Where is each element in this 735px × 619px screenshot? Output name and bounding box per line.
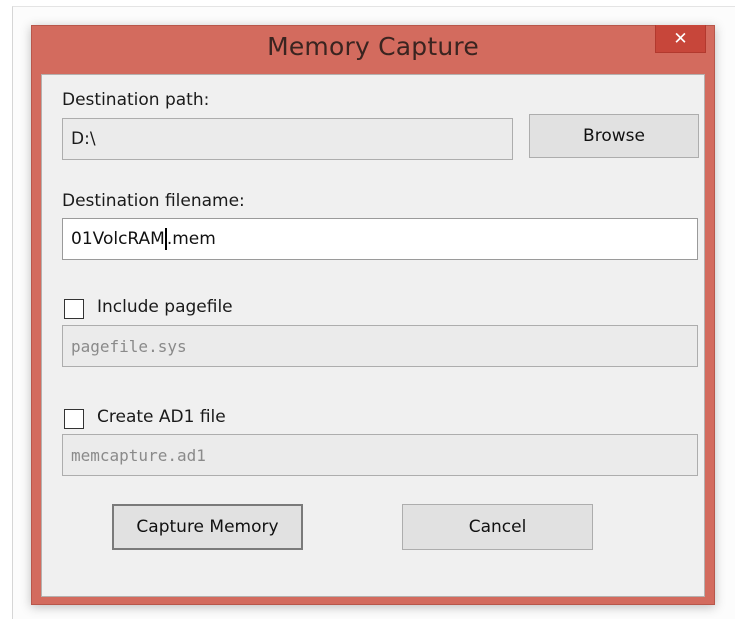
dialog-client-area: Destination path: D:\ Browse Destination… <box>41 74 705 597</box>
cancel-label: Cancel <box>468 517 527 537</box>
memory-capture-dialog: Memory Capture ✕ Destination path: D:\ B… <box>31 25 715 605</box>
title-bar[interactable]: Memory Capture ✕ <box>32 25 714 74</box>
pagefile-path-value: pagefile.sys <box>71 336 187 356</box>
destination-filename-input[interactable]: 01VolcRAM .mem <box>62 218 698 260</box>
filename-text-before-caret: 01VolcRAM <box>71 229 165 249</box>
create-ad1-label[interactable]: Create AD1 file <box>97 407 226 427</box>
close-icon: ✕ <box>673 28 688 49</box>
browse-button-label: Browse <box>583 126 645 146</box>
pagefile-path-field: pagefile.sys <box>62 325 698 367</box>
destination-path-field[interactable]: D:\ <box>62 118 513 160</box>
create-ad1-checkbox[interactable] <box>64 409 84 429</box>
destination-path-label: Destination path: <box>62 90 210 110</box>
include-pagefile-label[interactable]: Include pagefile <box>97 297 233 317</box>
include-pagefile-checkbox[interactable] <box>64 299 84 319</box>
destination-filename-label: Destination filename: <box>62 191 245 211</box>
capture-memory-button[interactable]: Capture Memory <box>112 504 303 550</box>
filename-text-after-caret: .mem <box>166 229 216 249</box>
cancel-button[interactable]: Cancel <box>402 504 593 550</box>
browse-button[interactable]: Browse <box>529 114 699 158</box>
capture-memory-label: Capture Memory <box>136 517 279 537</box>
destination-path-value: D:\ <box>71 129 96 149</box>
ad1-filename-field: memcapture.ad1 <box>62 434 698 476</box>
ad1-filename-value: memcapture.ad1 <box>71 445 206 465</box>
window-title: Memory Capture <box>267 32 479 61</box>
close-button[interactable]: ✕ <box>655 25 706 53</box>
